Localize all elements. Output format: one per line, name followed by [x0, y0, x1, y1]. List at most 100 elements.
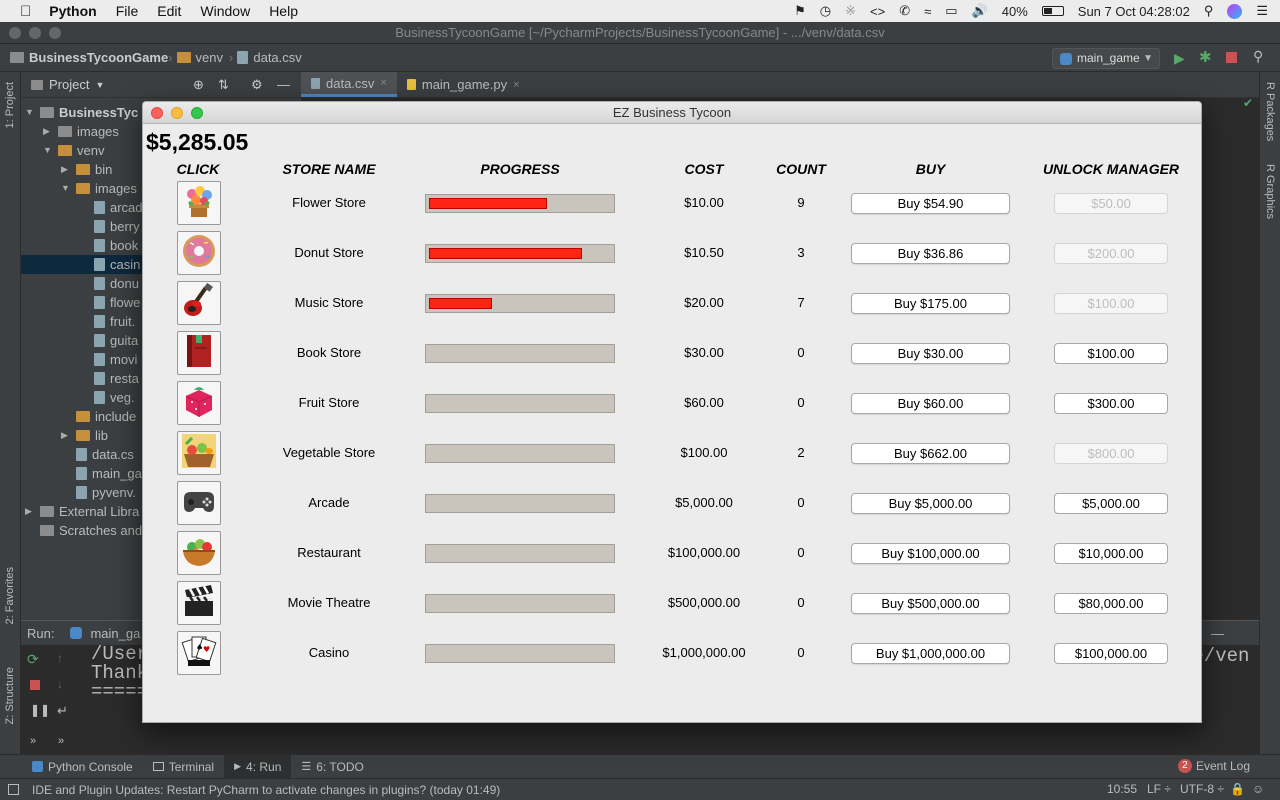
tree-item[interactable]: ▼ venv	[43, 141, 104, 160]
tool-structure[interactable]: Z: Structure	[4, 667, 16, 724]
tree-item[interactable]: guita	[79, 331, 138, 350]
buy-button[interactable]: Buy $1,000,000.00	[851, 643, 1010, 664]
tree-item[interactable]: include	[61, 407, 136, 426]
airplay-icon[interactable]: ▭	[945, 3, 957, 19]
unlock-manager-button[interactable]: $10,000.00	[1054, 543, 1168, 564]
click-store-button[interactable]: ♠ ♥	[177, 631, 221, 675]
unlock-manager-button[interactable]: $80,000.00	[1054, 593, 1168, 614]
chevron-down-icon[interactable]: ▼	[25, 103, 35, 122]
tab-terminal[interactable]: Terminal	[143, 755, 224, 779]
tree-item[interactable]: flowe	[79, 293, 140, 312]
tree-item[interactable]: berry	[79, 217, 140, 236]
tab-run[interactable]: ▶ 4: Run	[224, 754, 292, 779]
file-encoding[interactable]: UTF-8 ÷	[1180, 782, 1224, 796]
click-store-button[interactable]	[177, 331, 221, 375]
breadcrumb-venv[interactable]: venv	[176, 50, 223, 65]
close-icon[interactable]: ×	[513, 79, 519, 91]
buy-button[interactable]: Buy $100,000.00	[851, 543, 1010, 564]
chevron-right-icon[interactable]: ▶	[61, 426, 71, 445]
time-machine-icon[interactable]: ◷	[820, 3, 831, 19]
battery-icon[interactable]	[1041, 6, 1064, 16]
bluetooth-icon[interactable]: ※	[845, 3, 856, 19]
tree-item[interactable]: ▶ bin	[61, 160, 112, 179]
toggle-tool-windows-icon[interactable]	[8, 784, 19, 795]
notification-center-icon[interactable]: ☰	[1256, 3, 1268, 19]
tree-item[interactable]: resta	[79, 369, 139, 388]
click-store-button[interactable]	[177, 581, 221, 625]
click-store-button[interactable]	[177, 481, 221, 525]
wifi-icon[interactable]: ≈	[924, 4, 931, 19]
collapse-icon[interactable]: ⇅	[218, 77, 229, 93]
cursor-position[interactable]: 10:55	[1107, 782, 1137, 796]
menu-app-python[interactable]: Python	[49, 3, 96, 19]
click-store-button[interactable]	[177, 431, 221, 475]
unlock-manager-button[interactable]: $200.00	[1054, 243, 1168, 264]
unlock-manager-button[interactable]: $300.00	[1054, 393, 1168, 414]
tree-item[interactable]: pyvenv.	[61, 483, 136, 502]
volume-icon[interactable]: 🔊	[972, 3, 988, 19]
game-zoom-icon[interactable]	[191, 107, 203, 119]
stop-icon[interactable]	[1226, 52, 1237, 63]
unlock-manager-button[interactable]: $50.00	[1054, 193, 1168, 214]
siri-icon[interactable]	[1227, 3, 1243, 19]
buy-button[interactable]: Buy $60.00	[851, 393, 1010, 414]
phone-icon[interactable]: ✆	[899, 3, 910, 19]
pause-icon[interactable]: ❚❚	[30, 703, 50, 717]
arrow-down-icon[interactable]: ↓	[57, 677, 63, 691]
more-icon[interactable]: »	[58, 735, 64, 747]
ide-close-icon[interactable]	[9, 27, 21, 39]
soft-wrap-icon[interactable]: ↵	[57, 703, 68, 719]
menu-edit[interactable]: Edit	[157, 3, 181, 19]
project-view-select[interactable]: Project	[49, 77, 89, 92]
menu-file[interactable]: File	[116, 3, 139, 19]
unlock-manager-button[interactable]: $100.00	[1054, 343, 1168, 364]
tool-r-packages[interactable]: R Packages	[1264, 82, 1276, 141]
arrow-up-icon[interactable]: ↑	[57, 651, 63, 665]
tab-data-csv[interactable]: data.csv ×	[301, 72, 397, 97]
buy-button[interactable]: Buy $30.00	[851, 343, 1010, 364]
chevron-down-icon[interactable]: ▼	[61, 179, 71, 198]
hide-icon[interactable]: —	[1211, 626, 1224, 641]
tree-item[interactable]: ▶ lib	[61, 426, 108, 445]
tree-item[interactable]: data.cs	[61, 445, 134, 464]
buy-button[interactable]: Buy $5,000.00	[851, 493, 1010, 514]
clock[interactable]: Sun 7 Oct 04:28:02	[1078, 4, 1190, 19]
hide-icon[interactable]: —	[277, 77, 290, 92]
unlock-manager-button[interactable]: $5,000.00	[1054, 493, 1168, 514]
tree-item[interactable]: ▶ External Libra	[25, 502, 139, 521]
buy-button[interactable]: Buy $36.86	[851, 243, 1010, 264]
locate-icon[interactable]: ⊕	[193, 77, 204, 93]
run-tab[interactable]: main_ga	[90, 626, 140, 641]
buy-button[interactable]: Buy $662.00	[851, 443, 1010, 464]
stop-icon[interactable]	[30, 680, 40, 690]
tree-item[interactable]: ▶ images	[43, 122, 119, 141]
tree-item[interactable]: movi	[79, 350, 137, 369]
game-minimize-icon[interactable]	[171, 107, 183, 119]
tree-item[interactable]: Scratches and	[25, 521, 142, 540]
tree-item[interactable]: ▼ BusinessTyc	[25, 103, 138, 122]
tree-item[interactable]: veg.	[79, 388, 135, 407]
tab-main-game-py[interactable]: main_game.py ×	[397, 72, 530, 97]
more-icon[interactable]: »	[30, 735, 36, 747]
buy-button[interactable]: Buy $54.90	[851, 193, 1010, 214]
ide-minimize-icon[interactable]	[29, 27, 41, 39]
menu-help[interactable]: Help	[269, 3, 298, 19]
gear-icon[interactable]: ⚙	[251, 77, 263, 93]
menu-window[interactable]: Window	[200, 3, 250, 19]
debug-icon[interactable]: ✱	[1199, 48, 1212, 66]
tool-project[interactable]: 1: Project	[4, 82, 16, 128]
click-store-button[interactable]	[177, 531, 221, 575]
event-log[interactable]: 2 Event Log	[1177, 759, 1250, 773]
click-store-button[interactable]	[177, 281, 221, 325]
ide-zoom-icon[interactable]	[49, 27, 61, 39]
tree-item[interactable]: book	[79, 236, 138, 255]
tab-python-console[interactable]: Python Console	[22, 755, 143, 779]
breadcrumb-file[interactable]: data.csv	[237, 50, 302, 65]
apple-menu-icon[interactable]: 	[20, 3, 31, 20]
tool-favorites[interactable]: 2: Favorites	[4, 567, 16, 624]
line-separator[interactable]: LF ÷	[1147, 782, 1171, 796]
chevron-down-icon[interactable]: ▼	[95, 80, 104, 90]
code-icon[interactable]: <>	[870, 4, 885, 19]
bookmark-icon[interactable]: ⚑	[794, 3, 806, 19]
run-icon[interactable]: ▶	[1174, 50, 1185, 67]
